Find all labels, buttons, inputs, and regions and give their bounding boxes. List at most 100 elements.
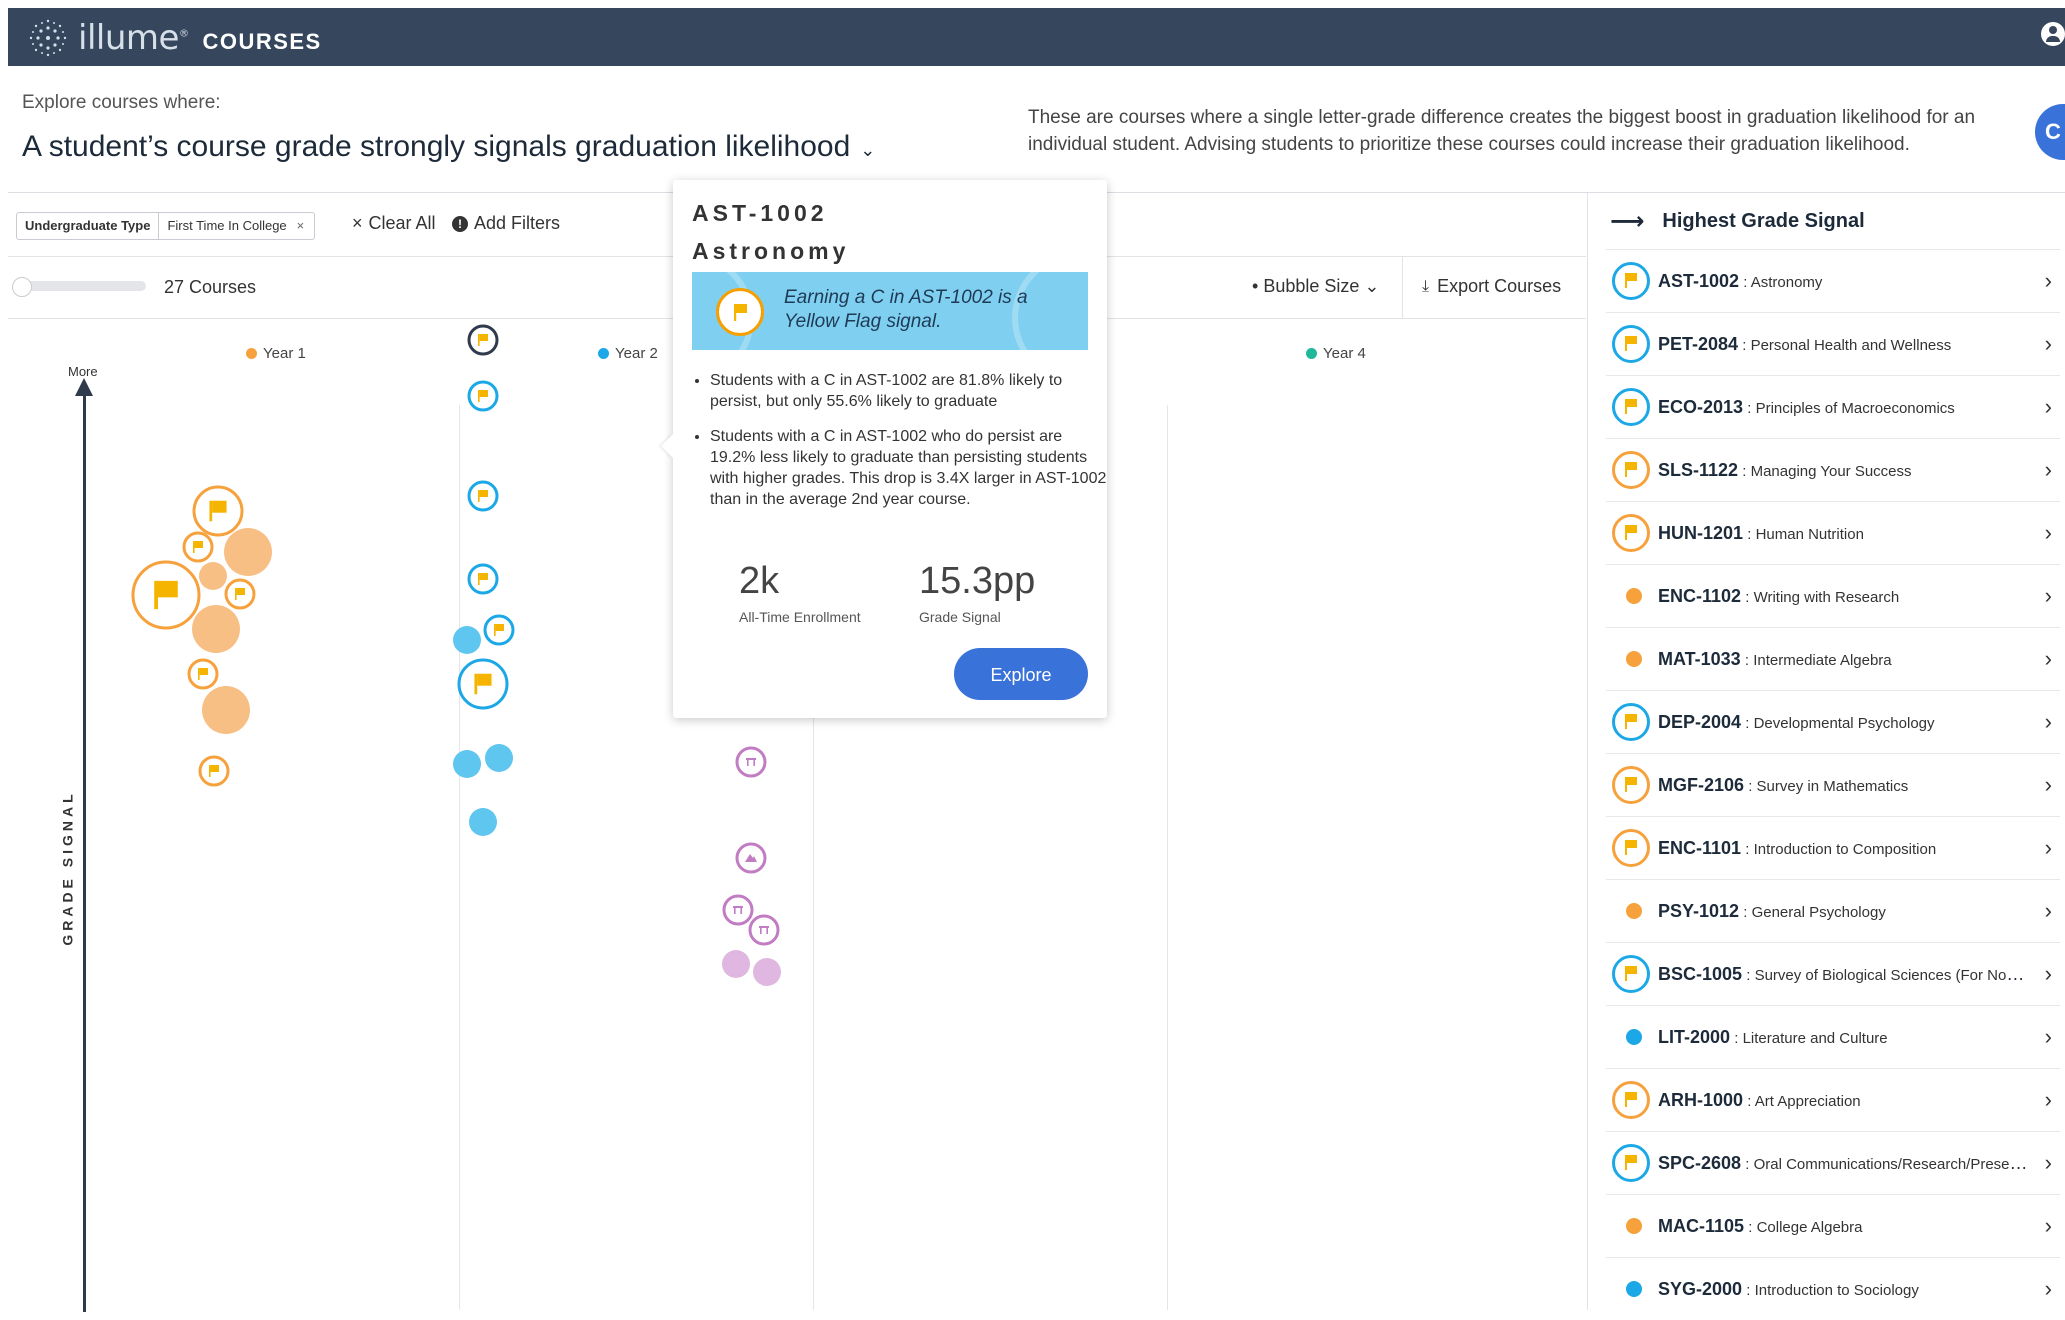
- zoom-slider[interactable]: [16, 281, 146, 291]
- grade-signal-label: Grade Signal: [919, 609, 1001, 625]
- sunburst-logo-icon: [29, 19, 67, 57]
- course-bubble[interactable]: [224, 528, 272, 576]
- course-name: Introduction to Composition: [1753, 840, 1937, 858]
- close-icon: ×: [352, 213, 363, 233]
- course-list-item[interactable]: HUN-1201 : Human Nutrition ›: [1606, 501, 2060, 564]
- app-logo[interactable]: illume® COURSES: [28, 18, 322, 58]
- zoom-slider-handle[interactable]: [12, 277, 32, 297]
- chevron-right-icon: ›: [2044, 520, 2052, 545]
- course-bubble-mountain-icon[interactable]: [735, 842, 767, 874]
- course-code: PET-2084: [1658, 333, 1739, 354]
- course-bubble-hurdle-icon[interactable]: [748, 914, 780, 946]
- course-list-item[interactable]: AST-1002 : Astronomy ›: [1606, 249, 2060, 312]
- course-code: ENC-1101: [1658, 837, 1742, 858]
- course-list-item[interactable]: PET-2084 : Personal Health and Wellness ›: [1606, 312, 2060, 375]
- course-bubble-flag-icon[interactable]: [182, 531, 214, 563]
- course-list-item[interactable]: ENC-1101 : Introduction to Composition ›: [1606, 816, 2060, 879]
- add-filters-button[interactable]: ! Add Filters: [452, 213, 560, 234]
- course-name: Principles of Macroeconomics: [1755, 399, 1955, 417]
- course-name: Personal Health and Wellness: [1750, 336, 1952, 354]
- course-list-item[interactable]: ECO-2013 : Principles of Macroeconomics ›: [1606, 375, 2060, 438]
- course-list-item[interactable]: SYG-2000 : Introduction to Sociology ›: [1606, 1257, 2060, 1320]
- course-bubble-hurdle-icon[interactable]: [722, 894, 754, 926]
- course-bubble[interactable]: [202, 686, 250, 734]
- course-name: Art Appreciation: [1754, 1092, 1861, 1110]
- course-list-item[interactable]: MAT-1033 : Intermediate Algebra ›: [1606, 627, 2060, 690]
- course-code: ECO-2013: [1658, 396, 1744, 417]
- course-bubble-flag-icon[interactable]: [467, 324, 499, 356]
- course-list-item[interactable]: BSC-1005 : Survey of Biological Sciences…: [1606, 942, 2060, 1005]
- export-courses-button[interactable]: ⤓ Export Courses: [1422, 276, 1561, 297]
- course-dot: [1626, 1218, 1642, 1234]
- chevron-right-icon: ›: [2044, 646, 2052, 671]
- course-bubble-flag-icon[interactable]: [198, 755, 230, 787]
- course-list-item-label: ECO-2013 : Principles of Macroeconomics: [1658, 396, 1955, 417]
- flag-icon: [1612, 325, 1650, 363]
- course-bubble[interactable]: [453, 750, 481, 778]
- course-code: ENC-1102: [1658, 585, 1742, 606]
- course-list-item[interactable]: ENC-1102 : Writing with Research ›: [1606, 564, 2060, 627]
- course-list-item-label: SPC-2608 : Oral Communications/Research/…: [1658, 1153, 2028, 1174]
- clear-all-button[interactable]: × Clear All: [352, 213, 436, 234]
- course-bubble[interactable]: [192, 605, 240, 653]
- course-bubble-flag-icon[interactable]: [467, 380, 499, 412]
- highest-grade-signal-panel: ⟶ Highest Grade Signal AST-1002 : Astron…: [1587, 193, 2065, 1310]
- course-list-item[interactable]: DEP-2004 : Developmental Psychology ›: [1606, 690, 2060, 753]
- course-bubble-flag-icon[interactable]: [457, 658, 509, 710]
- course-bubble[interactable]: [199, 562, 227, 590]
- remove-filter-icon[interactable]: ×: [295, 213, 315, 239]
- tooltip-facts: Students with a C in AST-1002 are 81.8% …: [692, 370, 1110, 524]
- chevron-right-icon: ›: [2044, 583, 2052, 608]
- filter-chip[interactable]: Undergraduate Type First Time In College…: [16, 212, 316, 240]
- course-list-item[interactable]: MAC-1105 : College Algebra ›: [1606, 1194, 2060, 1257]
- flag-icon: [1612, 262, 1650, 300]
- course-bubble[interactable]: [722, 950, 750, 978]
- course-list-item[interactable]: MGF-2106 : Survey in Mathematics ›: [1606, 753, 2060, 816]
- course-name: College Algebra: [1756, 1218, 1863, 1236]
- course-bubble[interactable]: [453, 626, 481, 654]
- course-bubble-flag-icon[interactable]: [192, 485, 244, 537]
- enrollment-label: All-Time Enrollment: [739, 609, 861, 625]
- course-list-item-label: MAT-1033 : Intermediate Algebra: [1658, 648, 1892, 669]
- course-name: General Psychology: [1751, 903, 1886, 921]
- course-code: SLS-1122: [1658, 459, 1739, 480]
- flag-icon: [1612, 703, 1650, 741]
- side-action-button[interactable]: C: [2035, 104, 2065, 160]
- panel-title: Highest Grade Signal: [1662, 210, 1865, 232]
- chevron-right-icon: ›: [2044, 961, 2052, 986]
- course-list-item[interactable]: SPC-2608 : Oral Communications/Research/…: [1606, 1131, 2060, 1194]
- user-menu[interactable]: [2041, 22, 2065, 46]
- course-list-item-label: DEP-2004 : Developmental Psychology: [1658, 711, 1935, 732]
- course-bubble-hurdle-icon[interactable]: [735, 746, 767, 778]
- course-bubble-flag-icon[interactable]: [467, 563, 499, 595]
- course-list-item[interactable]: LIT-2000 : Literature and Culture ›: [1606, 1005, 2060, 1068]
- download-icon: ⤓: [1422, 277, 1430, 295]
- filter-chip-value: First Time In College: [167, 218, 287, 233]
- bubble-size-dropdown[interactable]: • Bubble Size ⌄: [1252, 276, 1380, 297]
- course-list-item[interactable]: SLS-1122 : Managing Your Success ›: [1606, 438, 2060, 501]
- course-bubble[interactable]: [753, 958, 781, 986]
- info-icon: !: [452, 215, 468, 232]
- course-dot: [1626, 588, 1642, 604]
- course-bubble-flag-icon[interactable]: [483, 614, 515, 646]
- course-bubble-flag-icon[interactable]: [187, 658, 219, 690]
- course-list-item[interactable]: ARH-1000 : Art Appreciation ›: [1606, 1068, 2060, 1131]
- divider: [1402, 256, 1403, 318]
- course-bubble[interactable]: [485, 744, 513, 772]
- tooltip-fact: Students with a C in AST-1002 who do per…: [710, 426, 1110, 510]
- course-bubble-flag-icon[interactable]: [224, 578, 256, 610]
- course-list-item-label: HUN-1201 : Human Nutrition: [1658, 522, 1864, 543]
- course-list-item-label: AST-1002 : Astronomy: [1658, 270, 1823, 291]
- bubble-size-label: Bubble Size: [1263, 276, 1360, 296]
- course-bubble-flag-icon[interactable]: [131, 560, 201, 630]
- grade-signal-stat: 15.3pp Grade Signal: [919, 560, 1035, 625]
- course-bubble-flag-icon[interactable]: [467, 480, 499, 512]
- signal-selector-dropdown[interactable]: A student’s course grade strongly signal…: [22, 130, 875, 164]
- explore-label: Explore courses where:: [22, 92, 221, 113]
- course-bubble[interactable]: [469, 808, 497, 836]
- tooltip-course-name: Astronomy: [692, 238, 850, 264]
- course-list-item-label: SLS-1122 : Managing Your Success: [1658, 459, 1912, 480]
- course-list-item[interactable]: PSY-1012 : General Psychology ›: [1606, 879, 2060, 942]
- clear-all-label: Clear All: [368, 213, 436, 233]
- explore-button[interactable]: Explore: [954, 648, 1088, 700]
